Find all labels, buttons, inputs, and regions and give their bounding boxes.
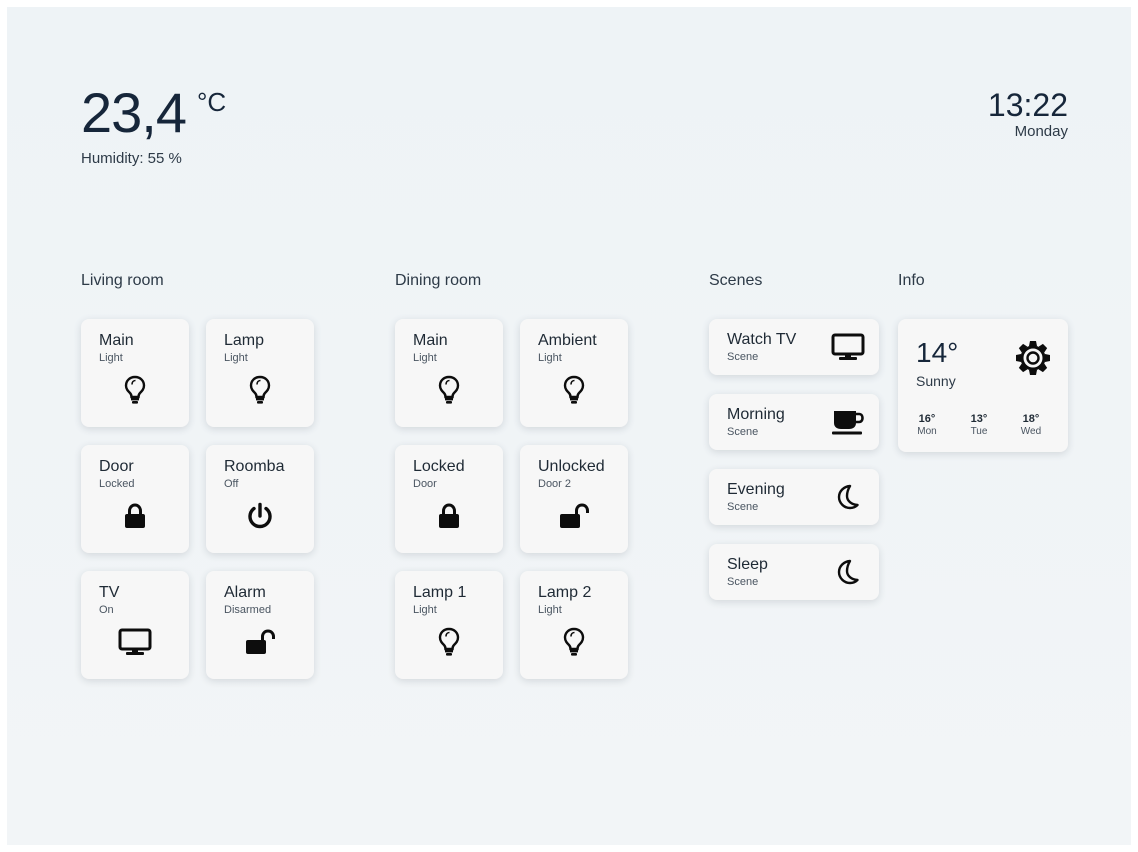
bulb-icon (81, 373, 189, 407)
tile-living-lamp[interactable]: Lamp Light (206, 319, 314, 427)
tile-title: TV (99, 584, 120, 601)
moon-icon (831, 481, 865, 513)
forecast-temp: 16° (918, 413, 936, 425)
unlock-icon (520, 499, 628, 533)
tv-icon (831, 331, 865, 363)
tile-subtitle: Light (99, 352, 123, 364)
bulb-icon (206, 373, 314, 407)
forecast-label: Mon (917, 426, 937, 437)
scene-subtitle: Scene (727, 501, 759, 513)
weather-condition: Sunny (916, 373, 956, 389)
forecast-day: 13° Tue (964, 413, 994, 437)
tile-title: Door (99, 458, 134, 475)
temperature-unit: °C (197, 87, 227, 117)
tv-icon (81, 625, 189, 659)
tile-subtitle: Door (413, 478, 437, 490)
unlock-icon (206, 625, 314, 659)
tile-dining-main[interactable]: Main Light (395, 319, 503, 427)
clock-day: Monday (1014, 123, 1068, 140)
tile-title: Ambient (538, 332, 597, 349)
tile-title: Lamp 2 (538, 584, 592, 601)
tile-subtitle: Off (224, 478, 239, 490)
scene-morning[interactable]: Morning Scene (709, 394, 879, 450)
clock-time: 13:22 (987, 87, 1068, 123)
tile-title: Main (413, 332, 448, 349)
tile-title: Lamp 1 (413, 584, 467, 601)
tile-title: Alarm (224, 584, 266, 601)
section-title-info: Info (898, 272, 925, 289)
power-icon (206, 499, 314, 533)
forecast-temp: 18° (1022, 413, 1040, 425)
tile-title: Locked (413, 458, 465, 475)
scene-watch-tv[interactable]: Watch TV Scene (709, 319, 879, 375)
indoor-temperature: 23,4 °C (81, 85, 226, 141)
tile-living-alarm[interactable]: Alarm Disarmed (206, 571, 314, 679)
tile-subtitle: Light (538, 352, 562, 364)
tile-dining-lamp-2[interactable]: Lamp 2 Light (520, 571, 628, 679)
scene-subtitle: Scene (727, 351, 759, 363)
tile-title: Unlocked (538, 458, 605, 475)
scene-subtitle: Scene (727, 426, 759, 438)
weather-temperature: 14° (916, 337, 959, 368)
sun-icon (1014, 339, 1052, 382)
tile-living-main[interactable]: Main Light (81, 319, 189, 427)
tile-living-door[interactable]: Door Locked (81, 445, 189, 553)
scene-sleep[interactable]: Sleep Scene (709, 544, 879, 600)
section-title-dining-room: Dining room (395, 272, 482, 289)
forecast-day: 18° Wed (1016, 413, 1046, 437)
coffee-cup-icon (831, 406, 865, 438)
tile-subtitle: Door 2 (538, 478, 572, 490)
tile-subtitle: Disarmed (224, 604, 272, 616)
forecast-day: 16° Mon (912, 413, 942, 437)
dashboard-screen: 23,4 °C Humidity: 55 % 13:22 Monday Livi… (7, 7, 1131, 845)
tile-subtitle: Locked (99, 478, 135, 490)
bulb-icon (395, 373, 503, 407)
tile-dining-unlocked-door[interactable]: Unlocked Door 2 (520, 445, 628, 553)
bulb-icon (395, 625, 503, 659)
scene-title: Evening (727, 481, 785, 498)
scene-evening[interactable]: Evening Scene (709, 469, 879, 525)
tile-title: Lamp (224, 332, 265, 349)
weather-card[interactable]: 14° Sunny 16° Mon 13° Tue 18° Wed (898, 319, 1068, 452)
tile-living-roomba[interactable]: Roomba Off (206, 445, 314, 553)
moon-icon (831, 556, 865, 588)
forecast-label: Tue (970, 426, 988, 437)
scene-title: Morning (727, 406, 785, 423)
lock-icon (395, 499, 503, 533)
scene-title: Sleep (727, 556, 768, 573)
lock-icon (81, 499, 189, 533)
tile-dining-ambient[interactable]: Ambient Light (520, 319, 628, 427)
bulb-icon (520, 625, 628, 659)
temperature-value: 23,4 (81, 81, 187, 144)
section-title-living-room: Living room (81, 272, 164, 289)
tile-subtitle: Light (224, 352, 248, 364)
tile-subtitle: Light (413, 604, 437, 616)
tile-subtitle: Light (413, 352, 437, 364)
section-title-scenes: Scenes (709, 272, 763, 289)
tile-living-tv[interactable]: TV On (81, 571, 189, 679)
clock: 13:22 Monday (988, 89, 1068, 140)
forecast-label: Wed (1020, 426, 1042, 437)
tile-dining-lamp-1[interactable]: Lamp 1 Light (395, 571, 503, 679)
tile-dining-locked-door[interactable]: Locked Door (395, 445, 503, 553)
tile-subtitle: Light (538, 604, 562, 616)
scene-title: Watch TV (727, 331, 797, 348)
tile-title: Main (99, 332, 134, 349)
humidity-label: Humidity: 55 % (81, 150, 182, 167)
bulb-icon (520, 373, 628, 407)
forecast-temp: 13° (970, 413, 988, 425)
tile-title: Roomba (224, 458, 285, 475)
tile-subtitle: On (99, 604, 114, 616)
scene-subtitle: Scene (727, 576, 759, 588)
